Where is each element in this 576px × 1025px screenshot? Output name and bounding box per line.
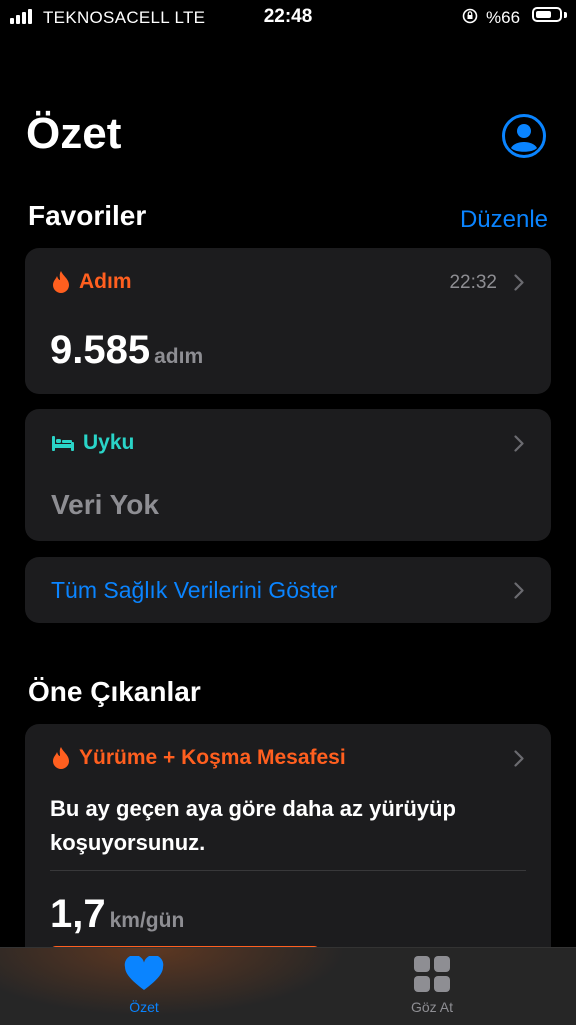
highlights-heading: Öne Çıkanlar (28, 676, 201, 707)
steps-value-row: 9.585 adım (50, 328, 203, 373)
sleep-card[interactable]: Uyku Veri Yok (25, 409, 551, 541)
favorites-heading: Favoriler (28, 200, 147, 231)
chevron-right-icon (514, 750, 524, 767)
page-title: Özet (26, 109, 122, 158)
tab-browse[interactable]: Göz At (372, 956, 492, 1015)
bed-icon (52, 436, 74, 451)
steps-label: Adım (79, 270, 132, 293)
edit-button[interactable]: Düzenle (460, 206, 548, 234)
steps-card[interactable]: Adım 22:32 9.585 adım (25, 248, 551, 394)
sleep-header: Uyku (51, 431, 134, 455)
heart-icon (124, 954, 164, 990)
show-all-health-data-button[interactable]: Tüm Sağlık Verilerini Göster (25, 557, 551, 623)
rotation-lock-icon (462, 8, 478, 24)
chevron-right-icon (514, 435, 524, 452)
chevron-right-icon (514, 274, 524, 291)
status-bar: TEKNOSACELL LTE 22:48 %66 (0, 0, 576, 34)
battery-percent: %66 (486, 8, 521, 27)
flame-icon (53, 747, 69, 769)
walking-running-card[interactable]: Yürüme + Koşma Mesafesi Bu ay geçen aya … (25, 724, 551, 984)
distance-value: 1,7 (50, 892, 106, 936)
flame-icon (53, 271, 69, 293)
chevron-right-icon (514, 582, 524, 599)
tab-summary[interactable]: Özet (84, 954, 204, 1015)
tab-bar: Özet Göz At (0, 947, 576, 1025)
sleep-label: Uyku (83, 431, 135, 454)
tab-summary-label: Özet (129, 999, 159, 1015)
divider (50, 870, 526, 871)
battery-icon (532, 7, 562, 22)
tab-browse-label: Göz At (410, 999, 454, 1015)
grid-icon (414, 956, 450, 992)
walking-running-label: Yürüme + Koşma Mesafesi (79, 746, 346, 769)
steps-time: 22:32 (449, 272, 497, 293)
steps-header: Adım (51, 270, 132, 294)
distance-value-row: 1,7 km/gün (50, 892, 184, 937)
walking-running-header: Yürüme + Koşma Mesafesi (51, 746, 346, 770)
profile-icon[interactable] (501, 113, 547, 159)
sleep-no-data: Veri Yok (51, 489, 159, 520)
highlight-message: Bu ay geçen aya göre daha az yürüyüp koş… (50, 796, 456, 855)
steps-unit: adım (154, 345, 204, 368)
steps-value: 9.585 (50, 328, 151, 372)
show-all-label: Tüm Sağlık Verilerini Göster (51, 577, 338, 603)
distance-unit: km/gün (109, 909, 185, 932)
